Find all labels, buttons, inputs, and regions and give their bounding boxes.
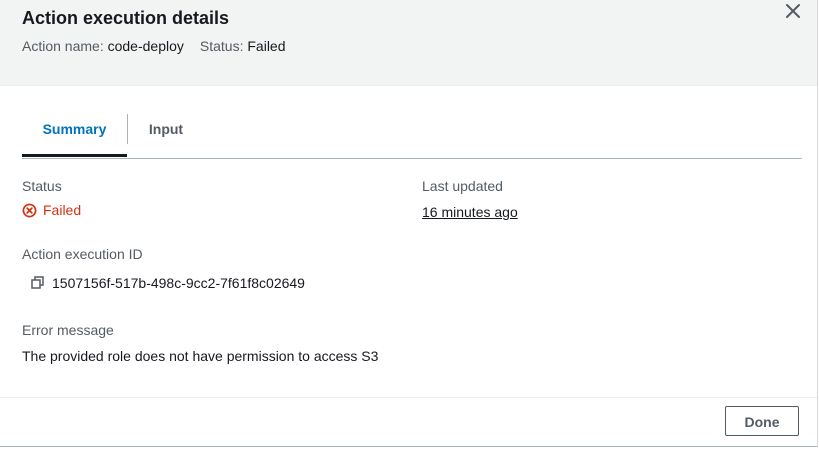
error-message-value: The provided role does not have permissi…: [22, 348, 379, 364]
tab-summary[interactable]: Summary: [22, 108, 127, 157]
execution-id-label: Action execution ID: [22, 246, 143, 262]
error-message-label: Error message: [22, 322, 114, 338]
modal-subtitle: Action name: code-deploy Status: Failed: [22, 38, 286, 54]
copy-icon: [31, 276, 44, 289]
status-value: Failed: [43, 202, 82, 218]
modal-title: Action execution details: [22, 8, 230, 28]
action-name-label: Action name:: [22, 38, 104, 54]
tab-input[interactable]: Input: [128, 108, 204, 156]
last-updated-label: Last updated: [422, 178, 503, 194]
close-icon: [786, 4, 800, 18]
action-name-value: code-deploy: [107, 38, 184, 54]
header-status-label: Status:: [199, 38, 244, 54]
status-failed: Failed: [22, 202, 81, 218]
last-updated-link[interactable]: 16 minutes ago: [422, 204, 518, 220]
modal-footer: [0, 397, 817, 447]
close-button[interactable]: [782, 1, 804, 23]
execution-id-row: 1507156f-517b-498c-9cc2-7f61f8c02649: [30, 275, 305, 291]
tab-bar: Summary Input: [22, 108, 802, 159]
header-status-value: Failed: [247, 38, 286, 54]
modal-header: Action execution details Action name: co…: [0, 0, 817, 86]
copy-button[interactable]: [30, 275, 46, 291]
done-button[interactable]: Done: [725, 406, 799, 436]
status-label: Status: [22, 178, 62, 194]
action-execution-modal: Action execution details Action name: co…: [0, 0, 818, 447]
error-circle-icon: [22, 203, 37, 217]
execution-id-value: 1507156f-517b-498c-9cc2-7f61f8c02649: [52, 275, 305, 291]
